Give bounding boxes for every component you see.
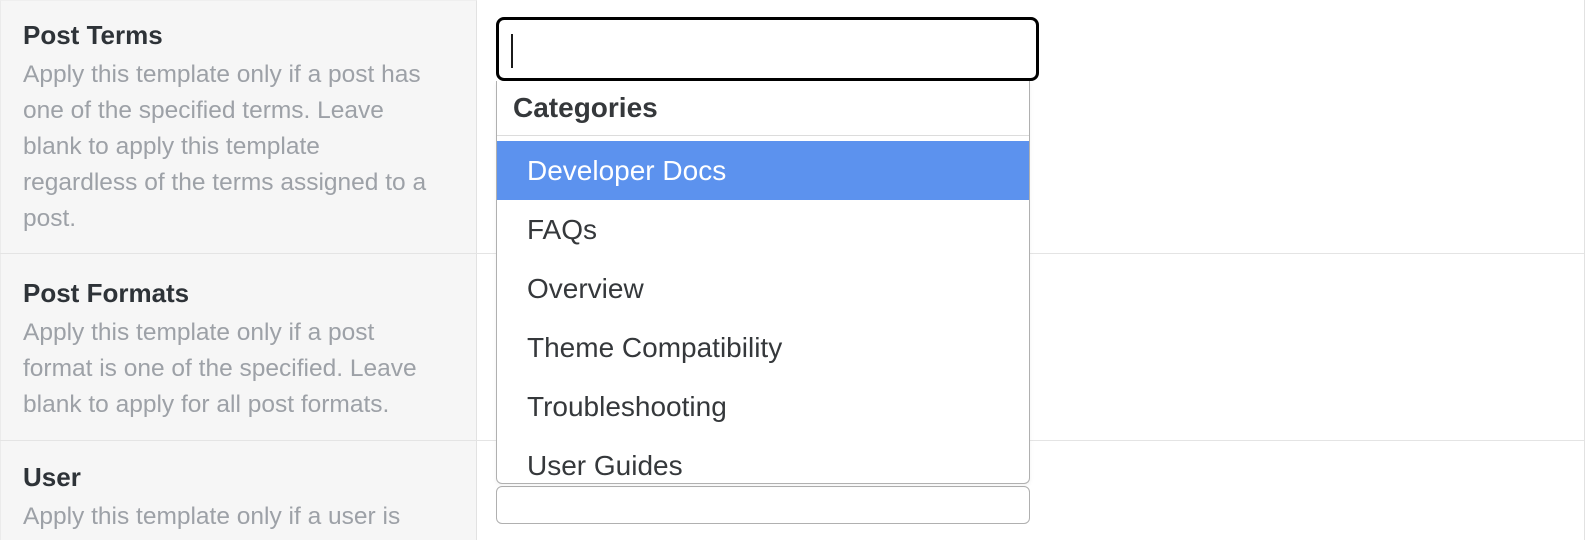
- post-terms-description: Apply this template only if a post has o…: [23, 61, 427, 232]
- post-formats-label: Post Formats: [23, 278, 190, 308]
- post-terms-label: Post Terms: [23, 20, 163, 50]
- label-column: Post Terms Apply this template only if a…: [0, 0, 477, 540]
- dropdown-group-header-categories: Categories: [497, 81, 1029, 136]
- user-description: Apply this template only if a user is: [23, 503, 401, 530]
- dropdown-option-theme-compatibility[interactable]: Theme Compatibility: [497, 318, 1029, 377]
- post-formats-row-label: Post Formats Apply this template only if…: [23, 275, 452, 423]
- text-cursor: [511, 34, 513, 68]
- user-select-input[interactable]: [496, 486, 1030, 524]
- user-row-label: User Apply this template only if a user …: [23, 459, 452, 535]
- dropdown-option-overview[interactable]: Overview: [497, 259, 1029, 318]
- post-terms-row-label: Post Terms Apply this template only if a…: [23, 17, 452, 237]
- dropdown-option-troubleshooting[interactable]: Troubleshooting: [497, 377, 1029, 436]
- dropdown-options-list: Developer Docs FAQs Overview Theme Compa…: [497, 136, 1029, 483]
- dropdown-option-faqs[interactable]: FAQs: [497, 200, 1029, 259]
- dropdown-option-developer-docs[interactable]: Developer Docs: [497, 141, 1029, 200]
- post-terms-select-control[interactable]: [496, 17, 1039, 81]
- post-formats-description: Apply this template only if a post forma…: [23, 319, 417, 418]
- post-terms-dropdown: Categories Developer Docs FAQs Overview …: [496, 81, 1030, 484]
- user-label: User: [23, 462, 81, 492]
- post-terms-search-input[interactable]: [509, 20, 1019, 78]
- template-conditions-settings-table: Post Terms Apply this template only if a…: [0, 0, 1592, 540]
- table-right-border: [1584, 0, 1585, 540]
- dropdown-option-user-guides[interactable]: User Guides: [497, 436, 1029, 483]
